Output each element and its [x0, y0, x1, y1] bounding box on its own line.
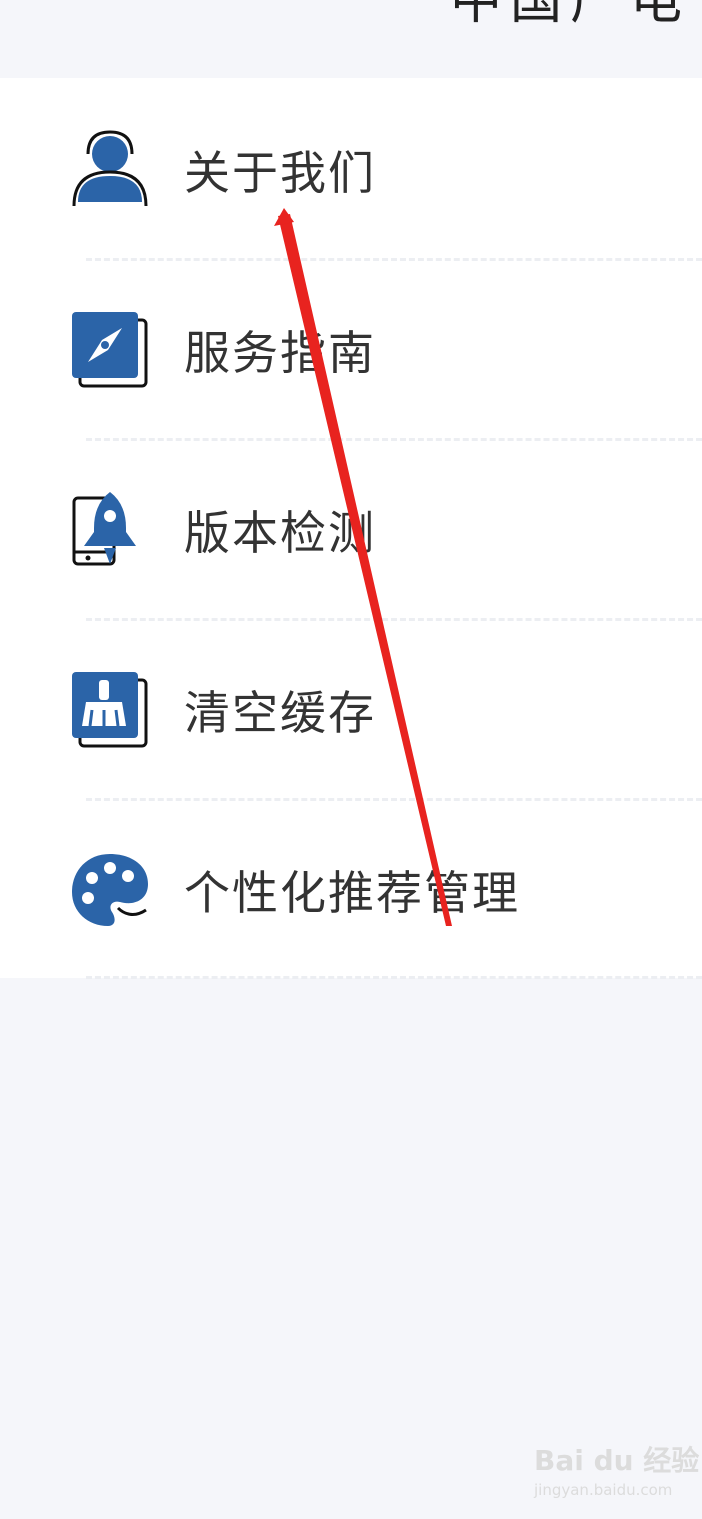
menu-item-label: 关于我们: [184, 146, 376, 200]
top-header-strip: 中国广电: [0, 0, 702, 78]
menu-item-clear-cache[interactable]: 清空缓存: [0, 620, 702, 800]
header-title-cut: 中国广电: [449, 0, 690, 31]
menu-item-label: 服务指南: [184, 326, 376, 380]
menu-item-version-check[interactable]: 版本检测: [0, 440, 702, 620]
menu-item-personalized-recommendation[interactable]: 个性化推荐管理: [0, 800, 702, 980]
divider: [86, 976, 702, 979]
compass-icon: [72, 312, 148, 388]
menu-item-about-us[interactable]: 关于我们: [0, 80, 702, 260]
menu-item-label: 版本检测: [184, 506, 376, 560]
broom-icon: [72, 672, 148, 748]
settings-menu-list: 关于我们 服务指南 版本检测 清空缓存 个性化推荐管理: [0, 78, 702, 980]
menu-item-service-guide[interactable]: 服务指南: [0, 260, 702, 440]
watermark-url: jingyan.baidu.com: [534, 1481, 673, 1499]
watermark-logo: Bai du 经验: [534, 1444, 700, 1477]
user-icon: [72, 130, 148, 207]
menu-item-label: 清空缓存: [184, 686, 376, 740]
palette-icon: [72, 854, 148, 926]
rocket-phone-icon: [72, 492, 136, 566]
baidu-jingyan-watermark: Bai du 经验 jingyan.baidu.com: [534, 1431, 699, 1501]
menu-item-label: 个性化推荐管理: [184, 866, 520, 920]
